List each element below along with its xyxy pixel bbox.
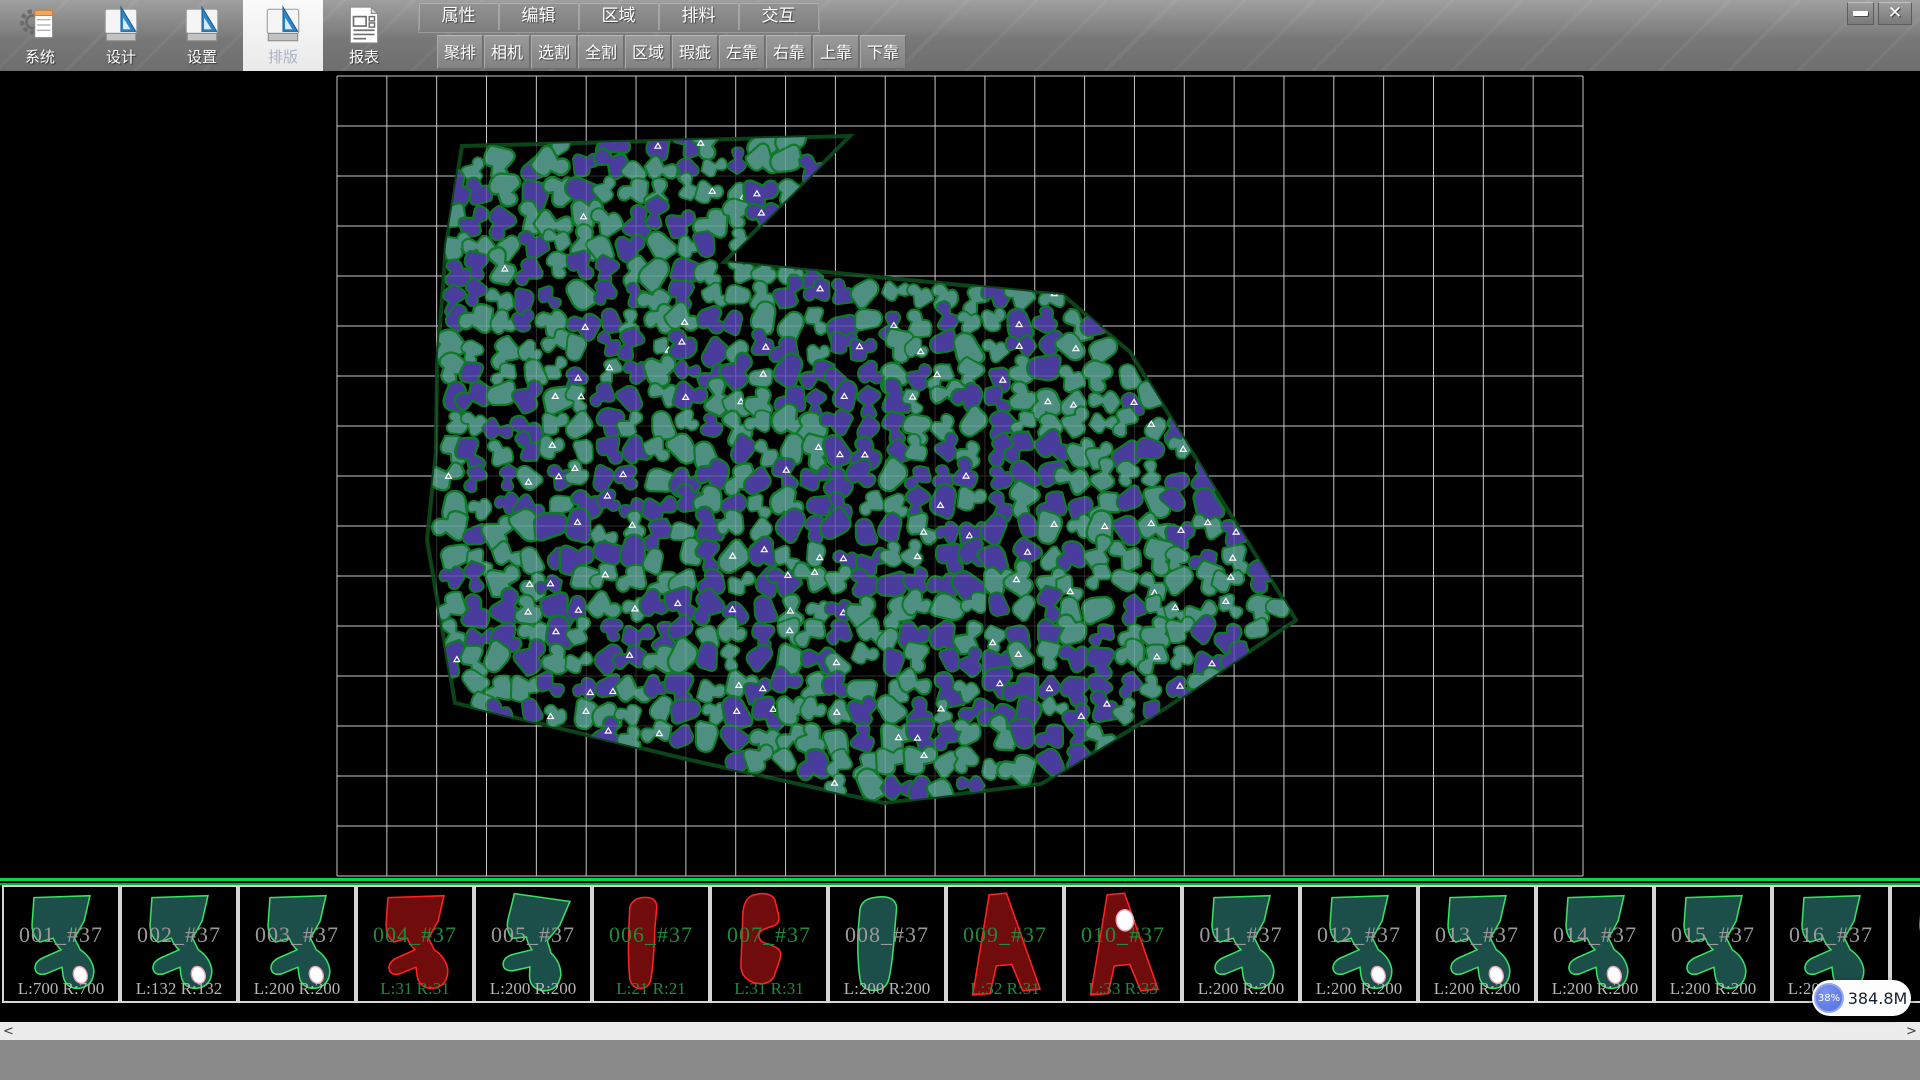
close-button[interactable]: ✕ (1878, 2, 1912, 25)
horizontal-scrollbar[interactable]: < > (0, 1022, 1920, 1040)
tool-button-bar: 聚排相机选割全割区域瑕疵左靠右靠上靠下靠 (437, 35, 906, 69)
part-thumbnail (6, 888, 116, 1000)
scrollbar-thumb[interactable] (17, 1022, 1903, 1040)
progress-badge: 38% (1814, 983, 1844, 1013)
part-cell-6[interactable]: 006_#37L:21 R:21 (592, 885, 710, 1003)
app-button-label: 设置 (162, 46, 242, 67)
toolbar: 系统设计设置排版报表 属性编辑区域排料交互 聚排相机选割全割区域瑕疵左靠右靠上靠… (0, 0, 1920, 72)
part-thumbnail (1186, 888, 1296, 1000)
part-cell-7[interactable]: 007_#37L:31 R:31 (710, 885, 828, 1003)
tool-button-6[interactable]: 瑕疵 (672, 35, 718, 69)
tool-button-4[interactable]: 全割 (578, 35, 624, 69)
set-square-icon (181, 4, 223, 46)
menu-tab-3[interactable]: 区域 (579, 3, 659, 30)
gear-document-icon (19, 4, 61, 46)
app-button-1[interactable]: 系统 (0, 0, 80, 71)
part-cell-10[interactable]: 010_#37L:33 R:33 (1064, 885, 1182, 1003)
part-thumbnail (1658, 888, 1768, 1000)
part-cell-5[interactable]: 005_#37L:200 R:200 (474, 885, 592, 1003)
part-cell-13[interactable]: 013_#37L:200 R:200 (1418, 885, 1536, 1003)
application-window: 系统设计设置排版报表 属性编辑区域排料交互 聚排相机选割全割区域瑕疵左靠右靠上靠… (0, 0, 1920, 1080)
tool-button-9[interactable]: 上靠 (813, 35, 859, 69)
close-icon: ✕ (1888, 5, 1902, 22)
part-cell-11[interactable]: 011_#37L:200 R:200 (1182, 885, 1300, 1003)
menu-tab-2[interactable]: 编辑 (499, 3, 579, 30)
part-cell-14[interactable]: 014_#37L:200 R:200 (1536, 885, 1654, 1003)
set-square-icon (262, 4, 304, 46)
part-cell-1[interactable]: 001_#37L:700 R:700 (2, 885, 120, 1003)
part-cell-12[interactable]: 012_#37L:200 R:200 (1300, 885, 1418, 1003)
part-thumbnail (596, 888, 706, 1000)
set-square-icon (100, 4, 142, 46)
menu-tab-1[interactable]: 属性 (419, 3, 499, 30)
part-thumbnail (124, 888, 234, 1000)
tool-button-5[interactable]: 区域 (625, 35, 671, 69)
app-button-2[interactable]: 设计 (81, 0, 161, 71)
window-controls: ✕ (1847, 2, 1912, 25)
part-cell-15[interactable]: 015_#37L:200 R:200 (1654, 885, 1772, 1003)
status-bar (0, 1040, 1920, 1080)
tool-button-7[interactable]: 左靠 (719, 35, 765, 69)
tool-button-8[interactable]: 右靠 (766, 35, 812, 69)
part-thumbnail (360, 888, 470, 1000)
memory-value: 384.8M (1844, 989, 1911, 1008)
part-thumbnail (714, 888, 824, 1000)
tool-button-3[interactable]: 选割 (531, 35, 577, 69)
minimize-button[interactable] (1847, 2, 1874, 25)
tool-button-2[interactable]: 相机 (484, 35, 530, 69)
app-button-5[interactable]: 报表 (324, 0, 404, 71)
scroll-right-arrow[interactable]: > (1903, 1022, 1920, 1040)
part-cell-4[interactable]: 004_#37L:31 R:31 (356, 885, 474, 1003)
menu-tab-4[interactable]: 排料 (659, 3, 739, 30)
app-button-4[interactable]: 排版 (243, 0, 323, 71)
memory-status-pill: 38% 384.8M (1812, 980, 1911, 1016)
part-cell-3[interactable]: 003_#37L:200 R:200 (238, 885, 356, 1003)
part-thumbnail (478, 888, 588, 1000)
part-thumbnail (950, 888, 1060, 1000)
part-thumbnail (1422, 888, 1532, 1000)
part-cell-2[interactable]: 002_#37L:132 R:132 (120, 885, 238, 1003)
part-thumbnail (242, 888, 352, 1000)
app-button-label: 系统 (0, 46, 80, 67)
app-button-label: 设计 (81, 46, 161, 67)
tool-button-1[interactable]: 聚排 (437, 35, 483, 69)
app-button-label: 排版 (243, 46, 323, 67)
app-button-3[interactable]: 设置 (162, 0, 242, 71)
tool-button-10[interactable]: 下靠 (860, 35, 906, 69)
part-thumbnail (1304, 888, 1414, 1000)
menu-tab-bar: 属性编辑区域排料交互 (418, 2, 820, 33)
scroll-left-arrow[interactable]: < (0, 1022, 17, 1040)
menu-tab-5[interactable]: 交互 (739, 3, 819, 30)
app-button-label: 报表 (324, 46, 404, 67)
part-cell-8[interactable]: 008_#37L:200 R:200 (828, 885, 946, 1003)
part-cell-9[interactable]: 009_#37L:32 R:31 (946, 885, 1064, 1003)
report-document-icon (343, 4, 385, 46)
strip-accent-line (0, 878, 1920, 881)
part-thumbnail (1540, 888, 1650, 1000)
minimize-icon (1853, 11, 1868, 16)
parts-strip: 001_#37L:700 R:700002_#37L:132 R:132003_… (0, 885, 1920, 1005)
part-thumbnail (1068, 888, 1178, 1000)
part-thumbnail (832, 888, 942, 1000)
